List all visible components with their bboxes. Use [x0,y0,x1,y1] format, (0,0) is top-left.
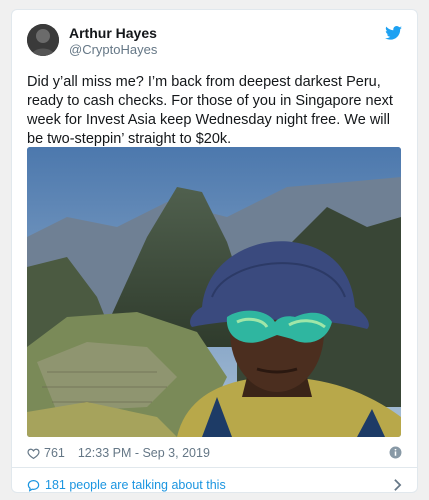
avatar[interactable] [27,24,59,56]
author-display-name[interactable]: Arthur Hayes [69,25,157,42]
like-count[interactable]: 761 [44,446,65,460]
divider [12,467,417,468]
chevron-right-icon[interactable] [393,478,402,492]
author-handle[interactable]: @CryptoHayes [69,42,157,58]
twitter-bird-icon[interactable] [385,26,402,40]
heart-icon[interactable] [27,447,40,460]
tweet-timestamp[interactable]: 12:33 PM - Sep 3, 2019 [78,446,210,460]
speech-bubble-icon [27,479,40,492]
tweet-photo[interactable] [27,147,401,437]
tweet-card[interactable]: Arthur Hayes @CryptoHayes Did y’all miss… [11,9,418,493]
tweet-text: Did y’all miss me? I’m back from deepest… [27,74,393,147]
conversation-link-text[interactable]: 181 people are talking about this [45,478,226,492]
info-icon[interactable] [389,446,402,459]
tweet-meta: 761 12:33 PM - Sep 3, 2019 [27,445,402,461]
conversation-link[interactable]: 181 people are talking about this [27,476,402,494]
tweet-header: Arthur Hayes @CryptoHayes [27,24,402,60]
